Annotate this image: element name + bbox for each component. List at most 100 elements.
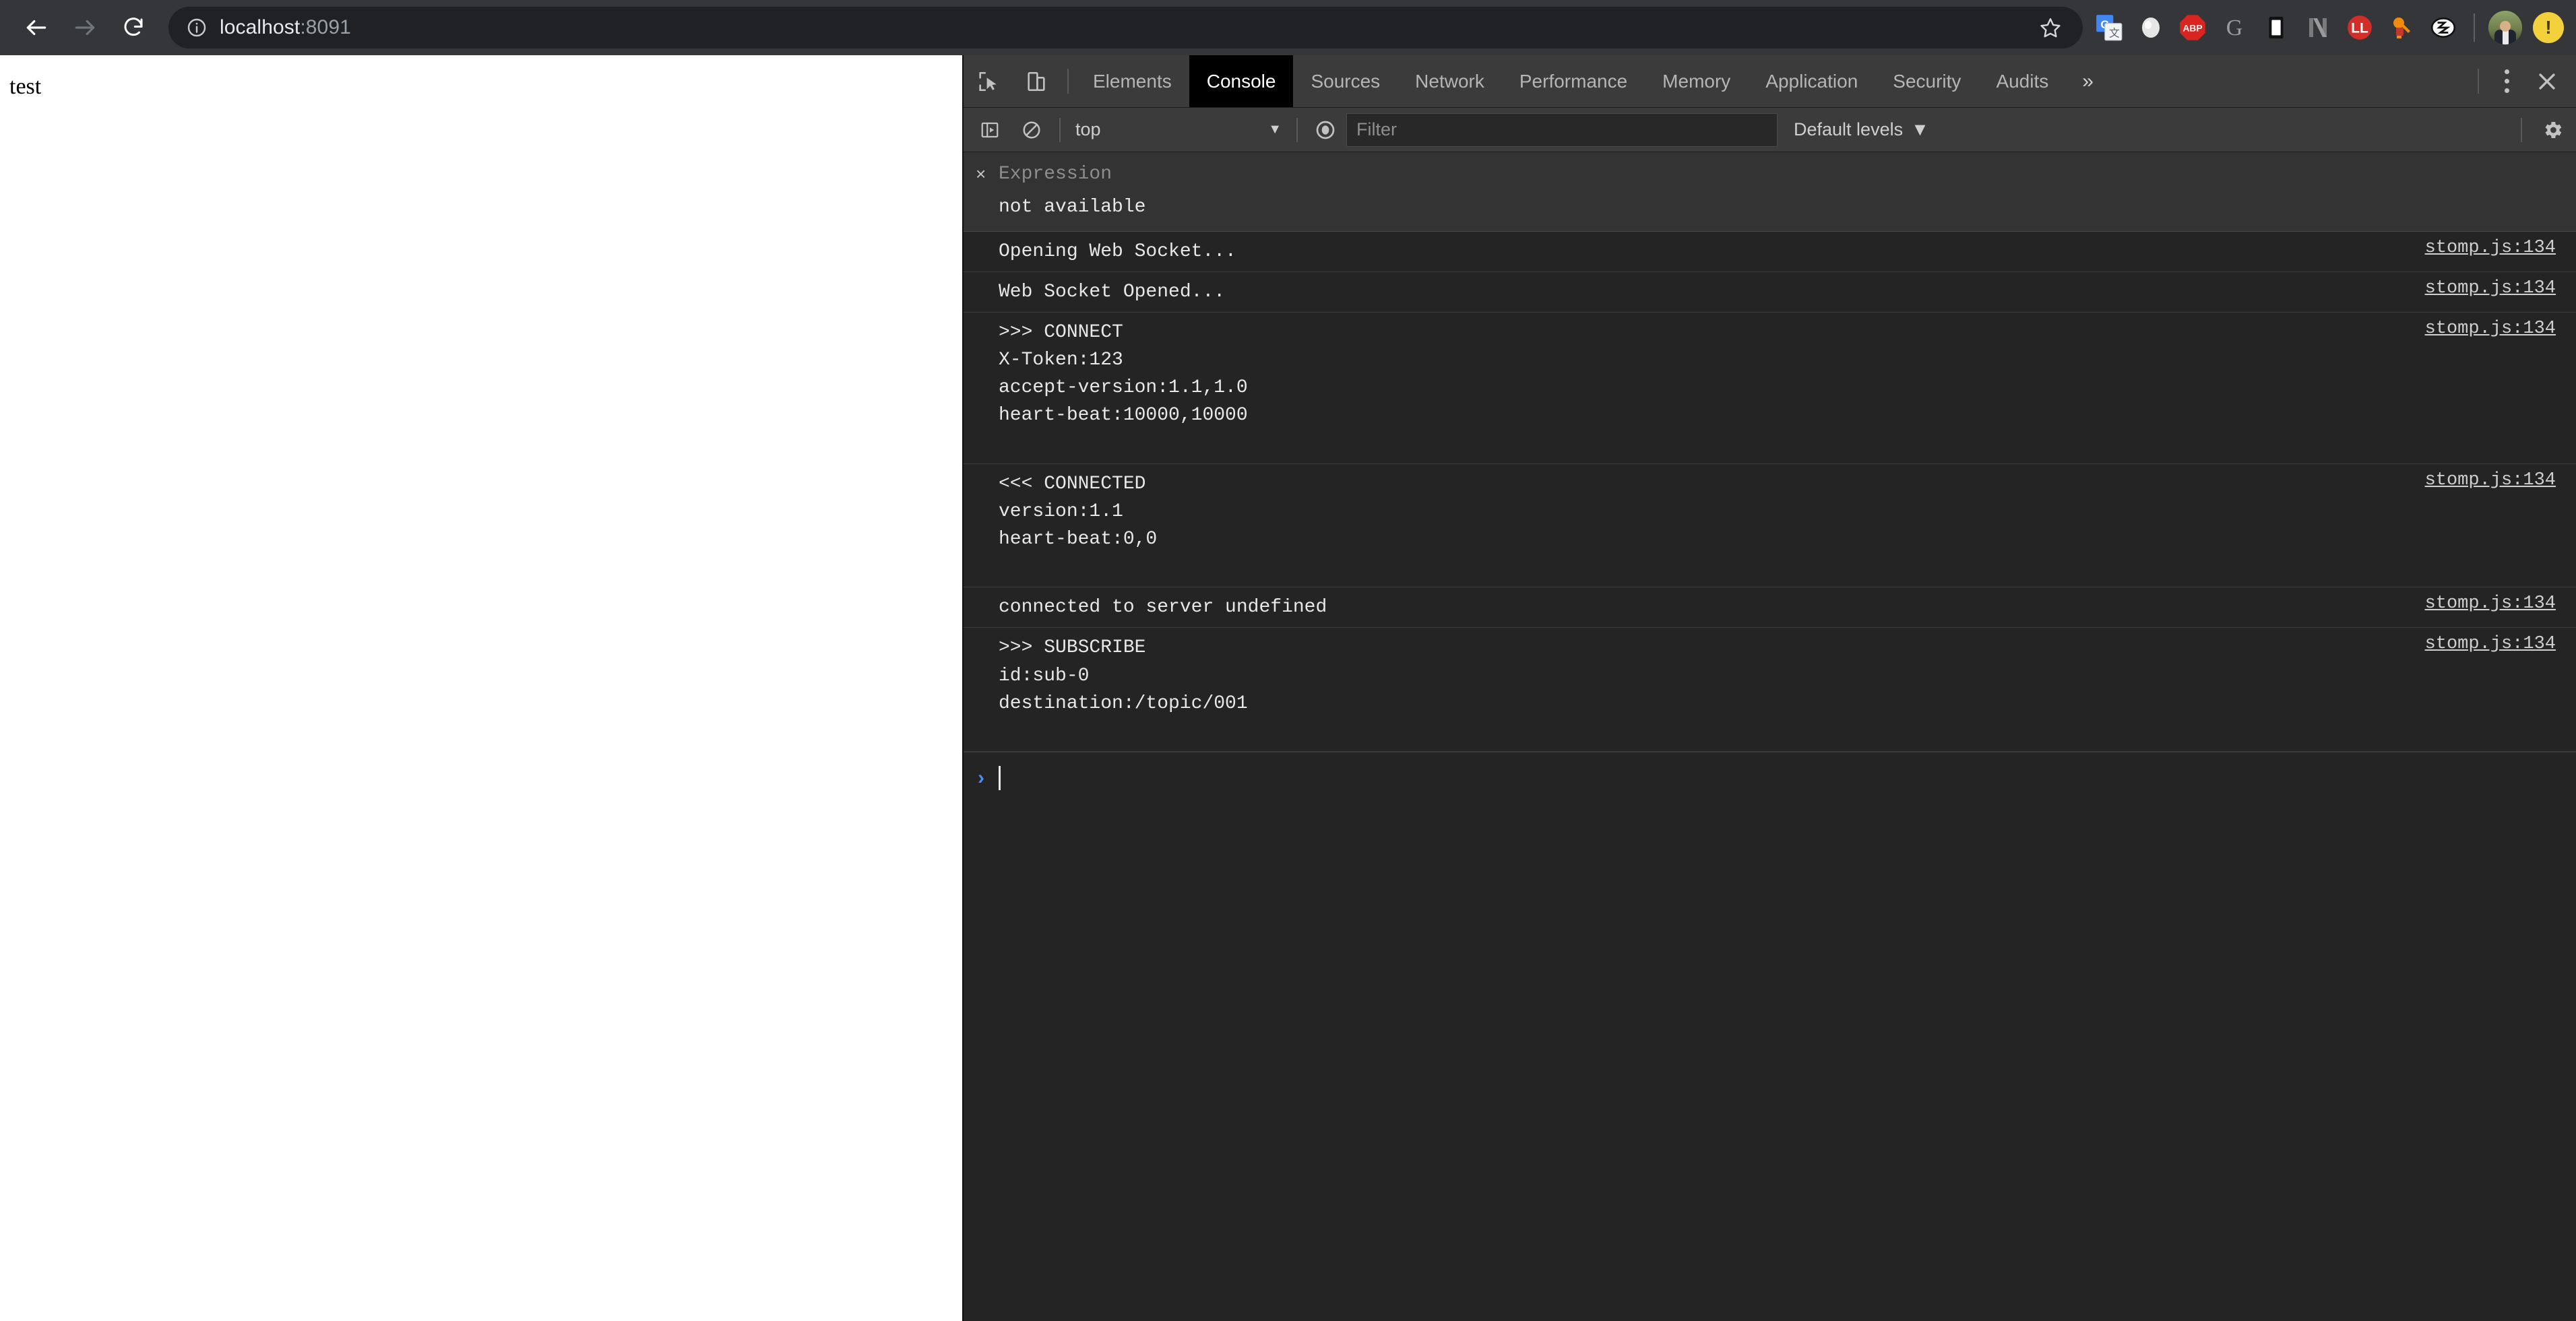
tab-sources[interactable]: Sources	[1293, 55, 1397, 107]
tab-label: Console	[1206, 70, 1276, 92]
live-expression-value: not available	[999, 197, 1146, 218]
back-button[interactable]	[12, 3, 61, 52]
log-source-link[interactable]: stomp.js:134	[2425, 593, 2576, 614]
log-levels-dropdown[interactable]: Default levels ▼	[1794, 119, 1929, 140]
console-sidebar-icon[interactable]	[969, 108, 1011, 152]
log-levels-label: Default levels	[1794, 119, 1904, 139]
tab-label: Network	[1415, 70, 1484, 92]
tab-elements[interactable]: Elements	[1075, 55, 1189, 107]
log-message: >>> SUBSCRIBE id:sub-0 destination:/topi…	[999, 637, 1248, 714]
browser-toolbar: localhost:8091 G 文 ABP	[0, 0, 2576, 55]
filter-input[interactable]	[1346, 112, 1778, 147]
log-source-link[interactable]: stomp.js:134	[2425, 634, 2576, 654]
table-row[interactable]: >>> CONNECT X-Token:123 accept-version:1…	[964, 313, 2576, 464]
tab-application[interactable]: Application	[1748, 55, 1875, 107]
table-row[interactable]: Opening Web Socket... stomp.js:134	[964, 232, 2576, 272]
profile-avatar[interactable]	[2484, 3, 2526, 52]
svg-text:G: G	[2226, 15, 2243, 40]
live-expression-header: × Expression	[964, 159, 2576, 189]
log-source-link[interactable]: stomp.js:134	[2425, 278, 2576, 298]
close-icon[interactable]: ×	[976, 164, 999, 185]
table-row[interactable]: >>> SUBSCRIBE id:sub-0 destination:/topi…	[964, 628, 2576, 752]
inspect-element-icon[interactable]	[964, 55, 1012, 107]
tab-performance[interactable]: Performance	[1502, 55, 1645, 107]
star-icon[interactable]	[2033, 10, 2068, 45]
tab-label: Memory	[1662, 70, 1731, 92]
svg-text:ABP: ABP	[2182, 24, 2202, 34]
live-expression-input[interactable]: Expression	[999, 164, 1112, 185]
toolbar-divider-3	[2521, 117, 2522, 142]
tabbar-divider	[1067, 69, 1069, 94]
address-bar-text: localhost:8091	[220, 16, 351, 39]
arrow-right-icon	[72, 15, 98, 40]
log-source-link[interactable]: stomp.js:134	[2425, 238, 2576, 258]
hexagon-logo-icon[interactable]	[2422, 3, 2464, 52]
tab-label: Performance	[1519, 70, 1628, 92]
log-message: connected to server undefined	[999, 597, 1327, 618]
arrow-left-icon	[24, 15, 49, 40]
tabbar-spacer	[2110, 55, 2471, 107]
chevron-down-icon: ▼	[1911, 119, 1929, 139]
adblock-plus-icon[interactable]: ABP	[2172, 3, 2213, 52]
url-port: :8091	[300, 16, 351, 38]
svg-text:文: 文	[2109, 28, 2120, 40]
more-tabs-icon[interactable]: »	[2066, 55, 2110, 107]
netflix-icon[interactable]	[2297, 3, 2339, 52]
warning-badge[interactable]: !	[2533, 12, 2564, 43]
tab-label: Security	[1893, 70, 1961, 92]
lastpass-icon[interactable]: LL	[2339, 3, 2381, 52]
url-host: localhost	[220, 16, 301, 38]
live-expression-widget[interactable]: × Expression not available	[964, 152, 2576, 232]
text-caret	[999, 765, 1001, 790]
table-row[interactable]: Web Socket Opened... stomp.js:134	[964, 272, 2576, 313]
console-prompt[interactable]: ›	[964, 752, 2576, 794]
orange-key-icon[interactable]	[2381, 3, 2422, 52]
table-row[interactable]: connected to server undefined stomp.js:1…	[964, 587, 2576, 629]
console-log-area[interactable]: × Expression not available Opening Web S…	[964, 152, 2576, 1321]
reload-button[interactable]	[109, 3, 158, 52]
extensions-strip: G 文 ABP G	[2088, 3, 2564, 52]
tab-label: Audits	[1996, 70, 2049, 92]
info-circle-icon[interactable]	[183, 14, 210, 41]
tab-audits[interactable]: Audits	[1978, 55, 2066, 107]
close-icon[interactable]	[2527, 55, 2576, 107]
log-source-link[interactable]: stomp.js:134	[2425, 319, 2576, 339]
address-bar[interactable]: localhost:8091	[168, 7, 2083, 49]
table-row[interactable]: <<< CONNECTED version:1.1 heart-beat:0,0…	[964, 464, 2576, 588]
svg-text:LL: LL	[2351, 20, 2368, 36]
log-message: Opening Web Socket...	[999, 240, 1236, 262]
prompt-chevron-icon: ›	[978, 766, 984, 789]
toolbar-divider-2	[1296, 117, 1298, 142]
log-message: <<< CONNECTED version:1.1 heart-beat:0,0	[999, 473, 1158, 550]
eye-icon[interactable]	[1305, 108, 1346, 152]
device-toolbar-icon[interactable]	[1012, 55, 1061, 107]
tab-label: Application	[1765, 70, 1858, 92]
chevron-down-icon: ▼	[1268, 122, 1282, 137]
forward-button[interactable]	[61, 3, 109, 52]
execution-context-dropdown[interactable]: top ▼	[1067, 112, 1290, 148]
page-viewport: test	[0, 55, 962, 1321]
gear-icon[interactable]	[2529, 108, 2576, 152]
tab-memory[interactable]: Memory	[1645, 55, 1748, 107]
tab-label: Elements	[1093, 70, 1172, 92]
tabbar-divider-right	[2478, 69, 2479, 94]
tab-console[interactable]: Console	[1189, 55, 1294, 107]
tab-security[interactable]: Security	[1875, 55, 1978, 107]
toolbar-divider	[2474, 13, 2475, 42]
google-translate-icon[interactable]: G 文	[2088, 3, 2130, 52]
log-message: >>> CONNECT X-Token:123 accept-version:1…	[999, 321, 1248, 426]
execution-context-value: top	[1075, 119, 1101, 139]
log-source-link[interactable]: stomp.js:134	[2425, 470, 2576, 490]
clear-console-icon[interactable]	[1011, 108, 1053, 152]
devtools-tabbar: Elements Console Sources Network Perform…	[964, 55, 2576, 108]
console-toolbar: top ▼ Default levels ▼	[964, 108, 2576, 152]
vertical-dots-icon[interactable]	[2486, 55, 2527, 107]
reload-icon	[121, 15, 146, 40]
devtools-panel: Elements Console Sources Network Perform…	[962, 55, 2576, 1321]
toolbar-divider	[1059, 117, 1061, 142]
tab-network[interactable]: Network	[1397, 55, 1502, 107]
mobile-device-icon[interactable]	[2255, 3, 2297, 52]
google-icon[interactable]: G	[2213, 3, 2255, 52]
log-message: Web Socket Opened...	[999, 281, 1226, 302]
silver-blob-extension-icon[interactable]	[2130, 3, 2172, 52]
